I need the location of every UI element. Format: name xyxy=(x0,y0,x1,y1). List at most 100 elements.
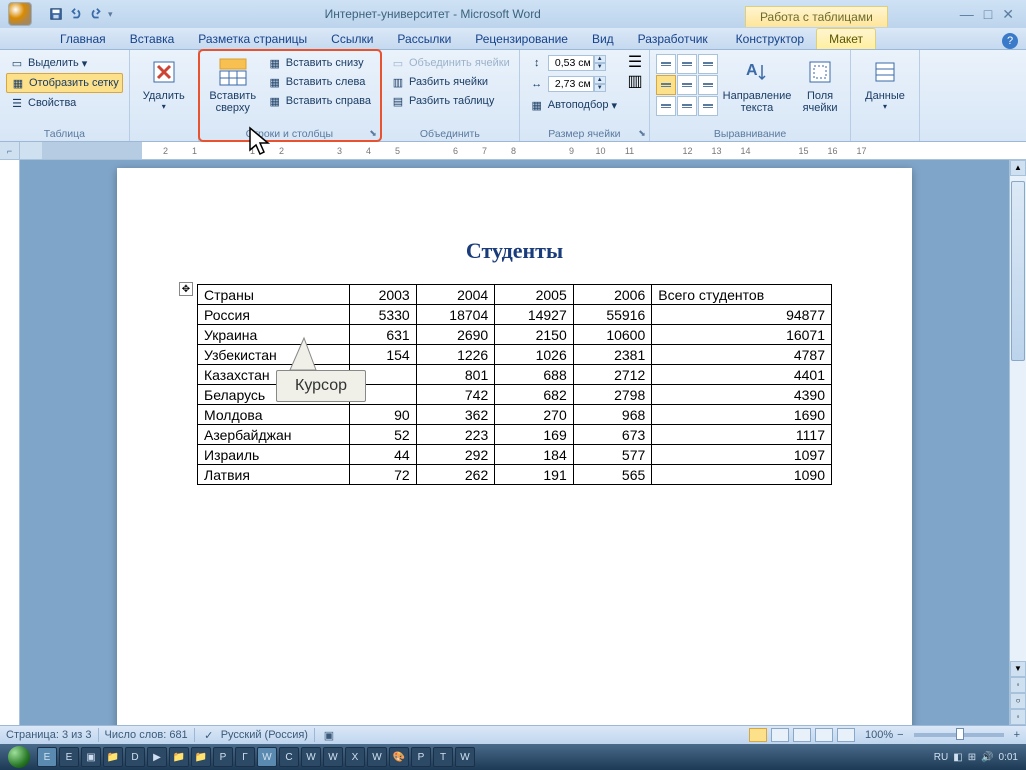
close-button[interactable]: ✕ xyxy=(1002,6,1014,23)
proofing-icon[interactable]: ✓ xyxy=(201,727,217,743)
height-input[interactable] xyxy=(548,55,594,71)
align-tl[interactable] xyxy=(656,54,676,74)
row-height-field[interactable]: ↕ ▲▼ xyxy=(526,54,620,72)
task-item[interactable]: ▣ xyxy=(81,747,101,767)
task-item[interactable]: W xyxy=(301,747,321,767)
task-item[interactable]: W xyxy=(367,747,387,767)
insert-left-button[interactable]: ▦Вставить слева xyxy=(264,73,374,91)
sb-down[interactable]: ▼ xyxy=(1010,661,1026,677)
horizontal-ruler[interactable]: ⌐ 3211234567891011121314151617 xyxy=(0,142,1026,160)
tab-view[interactable]: Вид xyxy=(580,29,626,49)
task-item[interactable]: 📁 xyxy=(191,747,211,767)
distribute-rows-button[interactable]: ☰ xyxy=(627,54,643,70)
merge-cells-button[interactable]: ▭Объединить ячейки xyxy=(387,54,513,72)
split-cells-button[interactable]: ▥Разбить ячейки xyxy=(387,73,513,91)
rowscols-launcher[interactable]: ⬊ xyxy=(368,128,378,138)
zoom-label[interactable]: 100% xyxy=(865,729,893,741)
qat-more-icon[interactable]: ▾ xyxy=(108,9,113,20)
tray-lang[interactable]: RU xyxy=(934,752,948,763)
data-button[interactable]: Данные▾ xyxy=(857,54,913,113)
task-item[interactable]: W xyxy=(455,747,475,767)
view-web[interactable] xyxy=(793,728,811,742)
task-item[interactable]: 📁 xyxy=(169,747,189,767)
tray-time[interactable]: 0:01 xyxy=(999,752,1018,763)
task-item[interactable]: C xyxy=(279,747,299,767)
tab-pagelayout[interactable]: Разметка страницы xyxy=(186,29,319,49)
status-wordcount[interactable]: Число слов: 681 xyxy=(105,729,188,741)
h-up[interactable]: ▲ xyxy=(594,55,606,63)
tray-icon[interactable]: ◧ xyxy=(953,752,962,763)
align-tc[interactable] xyxy=(677,54,697,74)
save-icon[interactable] xyxy=(48,6,64,22)
sb-next-page[interactable]: ◦ xyxy=(1010,709,1026,725)
vertical-scrollbar[interactable]: ▲ ▼ ◦ ○ ◦ xyxy=(1009,160,1026,725)
view-print-layout[interactable] xyxy=(749,728,767,742)
task-item[interactable]: 🎨 xyxy=(389,747,409,767)
align-mr[interactable] xyxy=(698,75,718,95)
split-table-button[interactable]: ▤Разбить таблицу xyxy=(387,92,513,110)
align-mc[interactable] xyxy=(677,75,697,95)
align-tr[interactable] xyxy=(698,54,718,74)
vertical-ruler[interactable] xyxy=(0,160,20,725)
sb-thumb[interactable] xyxy=(1011,181,1025,361)
ruler-toggle[interactable]: ⌐ xyxy=(0,142,20,159)
task-item[interactable]: ▶ xyxy=(147,747,167,767)
page-scroll-area[interactable]: Студенты ✥ Страны2003200420052006Всего с… xyxy=(20,160,1009,725)
autofit-button[interactable]: ▦Автоподбор ▾ xyxy=(526,96,620,114)
align-bc[interactable] xyxy=(677,96,697,116)
start-button[interactable] xyxy=(2,744,36,770)
tab-mailings[interactable]: Рассылки xyxy=(385,29,463,49)
tab-insert[interactable]: Вставка xyxy=(118,29,187,49)
h-down[interactable]: ▼ xyxy=(594,63,606,71)
cellsize-launcher[interactable]: ⬊ xyxy=(637,128,647,138)
select-button[interactable]: ▭Выделить ▾ xyxy=(6,54,123,72)
zoom-out[interactable]: − xyxy=(897,729,903,741)
view-draft[interactable] xyxy=(837,728,855,742)
maximize-button[interactable]: □ xyxy=(984,6,992,23)
task-item[interactable]: T xyxy=(433,747,453,767)
task-item[interactable]: 📁 xyxy=(103,747,123,767)
help-icon[interactable]: ? xyxy=(1002,33,1018,49)
distribute-cols-button[interactable]: ▥ xyxy=(627,73,643,89)
text-direction-button[interactable]: A Направление текста xyxy=(721,54,793,116)
task-item[interactable]: E xyxy=(59,747,79,767)
cell-margins-button[interactable]: Поля ячейки xyxy=(796,54,844,116)
view-outline[interactable] xyxy=(815,728,833,742)
insert-right-button[interactable]: ▦Вставить справа xyxy=(264,92,374,110)
tray-volume-icon[interactable]: 🔊 xyxy=(981,752,993,763)
redo-icon[interactable] xyxy=(88,6,104,22)
insert-above-button[interactable]: Вставить сверху xyxy=(205,54,261,116)
tab-layout[interactable]: Макет xyxy=(816,28,876,49)
undo-icon[interactable] xyxy=(68,6,84,22)
sb-prev-page[interactable]: ◦ xyxy=(1010,677,1026,693)
task-item[interactable]: E xyxy=(37,747,57,767)
tab-design[interactable]: Конструктор xyxy=(724,29,816,49)
tab-references[interactable]: Ссылки xyxy=(319,29,385,49)
status-page[interactable]: Страница: 3 из 3 xyxy=(6,729,92,741)
task-item[interactable]: P xyxy=(411,747,431,767)
task-item[interactable]: Γ xyxy=(235,747,255,767)
w-down[interactable]: ▼ xyxy=(594,84,606,92)
insert-below-button[interactable]: ▦Вставить снизу xyxy=(264,54,374,72)
zoom-in[interactable]: + xyxy=(1014,729,1020,741)
document-page[interactable]: Студенты ✥ Страны2003200420052006Всего с… xyxy=(117,168,912,725)
tray-icon[interactable]: ⊞ xyxy=(968,752,976,763)
task-item[interactable]: D xyxy=(125,747,145,767)
align-br[interactable] xyxy=(698,96,718,116)
table-move-handle[interactable]: ✥ xyxy=(179,282,193,296)
align-ml[interactable] xyxy=(656,75,676,95)
sb-browse[interactable]: ○ xyxy=(1010,693,1026,709)
w-up[interactable]: ▲ xyxy=(594,76,606,84)
zoom-slider[interactable] xyxy=(914,733,1004,737)
view-full-reading[interactable] xyxy=(771,728,789,742)
status-language[interactable]: Русский (Россия) xyxy=(221,729,308,741)
task-item[interactable]: W xyxy=(257,747,277,767)
show-gridlines-button[interactable]: ▦Отобразить сетку xyxy=(6,73,123,93)
col-width-field[interactable]: ↔ ▲▼ xyxy=(526,75,620,93)
macro-rec-icon[interactable]: ▣ xyxy=(321,727,337,743)
task-item[interactable]: X xyxy=(345,747,365,767)
office-button[interactable] xyxy=(0,0,40,28)
delete-button[interactable]: Удалить▾ xyxy=(136,54,192,113)
tab-review[interactable]: Рецензирование xyxy=(463,29,580,49)
width-input[interactable] xyxy=(548,76,594,92)
